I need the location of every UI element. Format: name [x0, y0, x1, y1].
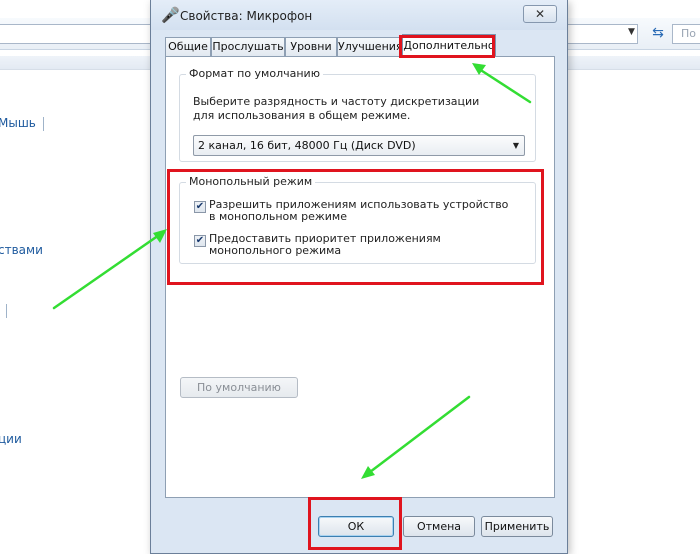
microphone-icon: 🎤	[161, 6, 180, 24]
highlight-exclusive-mode	[167, 169, 544, 285]
close-button[interactable]: ✕	[523, 5, 557, 23]
search-input[interactable]: По	[672, 24, 700, 44]
side-link-other[interactable]: ции	[0, 432, 22, 446]
tab-listen[interactable]: Прослушать	[211, 37, 285, 57]
address-dropdown-icon[interactable]: ▼	[628, 27, 635, 37]
separator	[6, 304, 7, 318]
refresh-icon[interactable]: ⇆	[648, 23, 668, 43]
highlight-ok-button	[308, 497, 402, 550]
cancel-button[interactable]: Отмена	[403, 516, 475, 537]
default-format-legend: Формат по умолчанию	[186, 67, 323, 80]
separator	[43, 117, 44, 131]
side-link-mouse[interactable]: Мышь	[0, 116, 36, 130]
side-link-devices[interactable]: ствами	[0, 243, 43, 257]
tab-levels[interactable]: Уровни	[285, 37, 337, 57]
tab-enhancements[interactable]: Улучшения	[337, 37, 403, 57]
dialog-title: Свойства: Микрофон	[180, 9, 313, 23]
restore-defaults-button[interactable]: По умолчанию	[180, 377, 298, 398]
chevron-down-icon: ▼	[512, 141, 519, 150]
apply-button[interactable]: Применить	[481, 516, 553, 537]
sample-format-value: 2 канал, 16 бит, 48000 Гц (Диск DVD)	[198, 139, 416, 152]
highlight-advanced-tab	[399, 35, 495, 58]
sample-format-select[interactable]: 2 канал, 16 бит, 48000 Гц (Диск DVD) ▼	[193, 135, 525, 156]
title-bar: 🎤 Свойства: Микрофон ✕	[151, 0, 567, 30]
default-format-description: Выберите разрядность и частоту дискретиз…	[193, 95, 480, 122]
tab-general[interactable]: Общие	[165, 37, 211, 57]
default-format-group: Формат по умолчанию Выберите разрядность…	[179, 67, 536, 162]
